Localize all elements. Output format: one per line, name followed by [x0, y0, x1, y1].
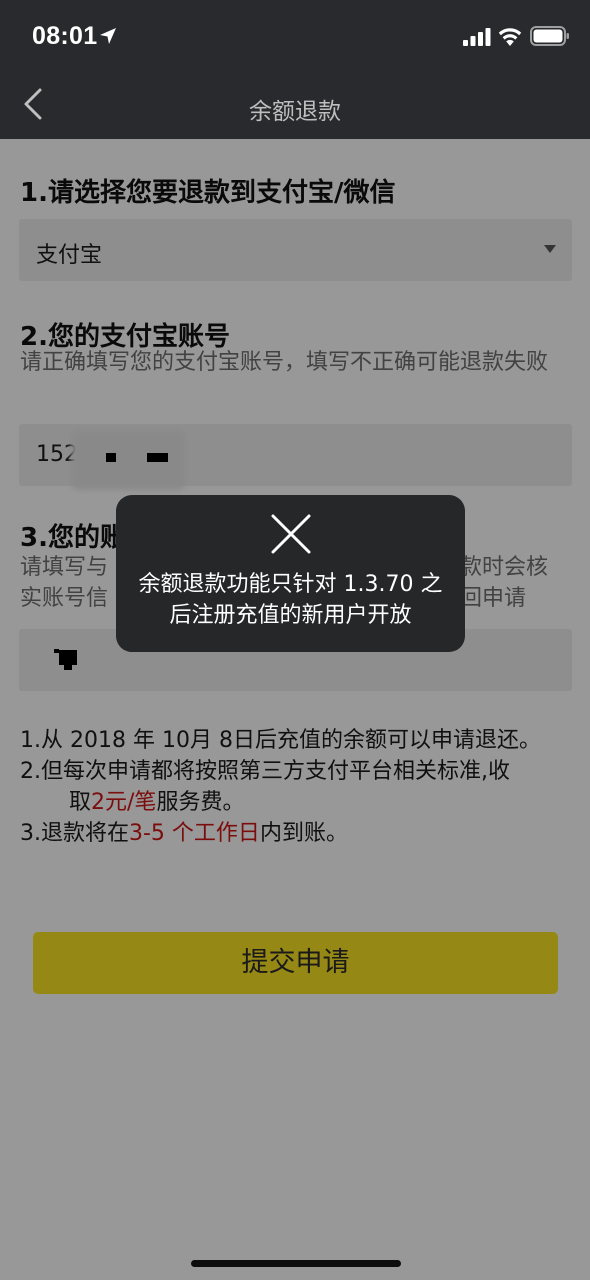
toast-message-line-2: 后注册充值的新用户开放 [169, 603, 412, 628]
cellular-signal-icon [463, 28, 491, 46]
modal-dim-overlay[interactable] [0, 139, 590, 1280]
close-icon [271, 514, 311, 554]
battery-icon [530, 26, 569, 46]
page-title: 余额退款 [249, 99, 341, 125]
status-bar: 08:01 [0, 0, 590, 70]
nav-bar: 余额退款 [0, 70, 590, 139]
location-arrow-icon [100, 28, 116, 44]
toast-message: 余额退款功能只针对 1.3.70 之 后注册充值的新用户开放 [126, 569, 455, 631]
error-toast: 余额退款功能只针对 1.3.70 之 后注册充值的新用户开放 [116, 495, 465, 652]
wifi-icon [498, 28, 522, 46]
toast-message-line-1: 余额退款功能只针对 1.3.70 之 [138, 572, 443, 597]
home-indicator [191, 1260, 401, 1267]
status-time: 08:01 [32, 22, 98, 50]
